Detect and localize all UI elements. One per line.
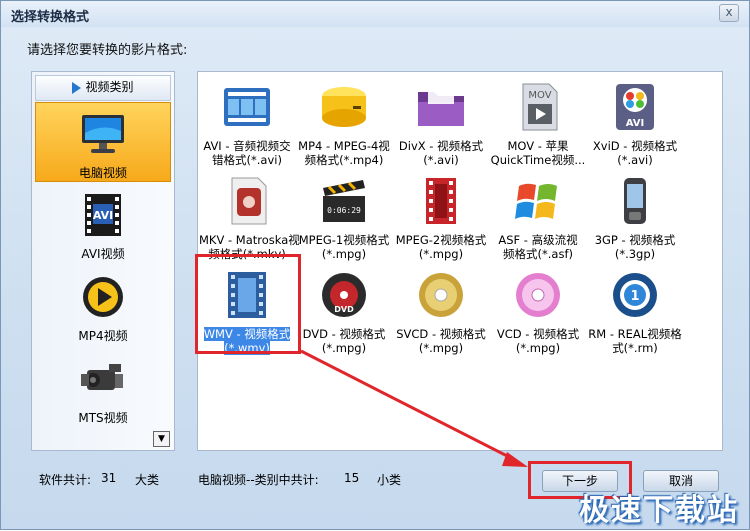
sidebar-item-label: 电脑视频 [78, 166, 127, 180]
dvd-disc-icon: DVD [322, 273, 366, 317]
title-bar[interactable]: 选择转换格式 x [1, 1, 749, 27]
sidebar-item-mts-video[interactable]: MTS视频 [35, 348, 171, 428]
mkv-file-icon [231, 177, 267, 225]
format-item-dvd[interactable]: DVD DVD - 视频格式 (*.mpg) [296, 264, 392, 356]
windows-logo-icon [515, 183, 557, 219]
realplayer-icon: 1 [613, 273, 657, 317]
sidebar-item-label: MTS视频 [78, 411, 128, 425]
mov-file-icon: MOV [522, 83, 558, 131]
format-item-xvid[interactable]: AVI XviD - 视频格式 (*.avi) [587, 76, 683, 168]
site-watermark: 极速下载站 [579, 493, 739, 528]
software-total-value: 31 [101, 471, 117, 485]
sidebar-item-avi-video[interactable]: AVI AVI视频 [35, 184, 171, 264]
scroll-down-button[interactable]: ▼ [153, 431, 170, 447]
category-sidebar: 视频类别 电脑视频 AVI AVI视频 MP4视频 MTS视频 ▼ [31, 71, 175, 451]
phone-icon [624, 178, 646, 224]
format-label: MOV - 苹果 QuickTime视频... [490, 139, 586, 167]
close-button[interactable]: x [719, 4, 739, 22]
avi-film-icon: AVI [85, 194, 121, 236]
svg-text:0:06:29: 0:06:29 [327, 206, 361, 215]
sidebar-item-mp4-video[interactable]: MP4视频 [35, 266, 171, 346]
format-item-mp4[interactable]: MP4 - MPEG-4视 频格式(*.mp4) [296, 76, 392, 168]
format-item-mpeg2[interactable]: MPEG-2视频格式 (*.mpg) [393, 170, 489, 262]
format-item-asf[interactable]: ASF - 高级流视 频格式(*.asf) [490, 170, 586, 262]
svg-text:AVI: AVI [93, 209, 113, 222]
dialog-title: 选择转换格式 [11, 10, 90, 25]
format-label: MPEG-1视频格式 (*.mpg) [298, 233, 390, 261]
purple-folder-icon [418, 88, 464, 126]
format-label: XviD - 视频格式 (*.avi) [592, 139, 678, 167]
pink-disc-icon [516, 273, 560, 317]
triangle-right-icon [72, 81, 82, 94]
format-item-rm[interactable]: 1 RM - REAL视频格 式(*.rm) [587, 264, 683, 356]
clapperboard-icon: 0:06:29 [323, 180, 365, 222]
format-label: DVD - 视频格式 (*.mpg) [302, 327, 386, 355]
format-item-mpeg1[interactable]: 0:06:29 MPEG-1视频格式 (*.mpg) [296, 170, 392, 262]
format-item-3gp[interactable]: 3GP - 视频格式 (*.3gp) [587, 170, 683, 262]
category-total-value: 15 [344, 471, 360, 485]
format-label: MPEG-2视频格式 (*.mpg) [395, 233, 487, 261]
format-item-svcd[interactable]: SVCD - 视频格式 (*.mpg) [393, 264, 489, 356]
sidebar-item-label: MP4视频 [78, 329, 128, 343]
format-label: DivX - 视频格式 (*.avi) [398, 139, 484, 167]
format-label: VCD - 视频格式 (*.mpg) [496, 327, 580, 355]
sidebar-item-pc-video[interactable]: 电脑视频 [35, 102, 171, 182]
mp4-play-icon [83, 277, 123, 317]
format-label: ASF - 高级流视 频格式(*.asf) [498, 233, 578, 261]
format-item-divx[interactable]: DivX - 视频格式 (*.avi) [393, 76, 489, 168]
gold-disc-icon [419, 273, 463, 317]
sidebar-item-label: AVI视频 [81, 247, 125, 261]
xvid-avi-icon: AVI [616, 84, 654, 130]
format-item-mkv[interactable]: MKV - Matroska视 频格式(*.mkv) [199, 170, 300, 262]
category-total-label: 电脑视频--类别中共计: [198, 473, 319, 487]
software-total-label: 软件共计: [39, 473, 92, 487]
category-total-unit: 小类 [377, 473, 402, 487]
red-film-icon [426, 178, 456, 224]
format-label: AVI - 音频视频交 错格式(*.avi) [203, 139, 291, 167]
sidebar-header-label: 视频类别 [85, 80, 134, 94]
film-strip-icon [224, 88, 270, 126]
software-total-unit: 大类 [135, 473, 160, 487]
format-label: SVCD - 视频格式 (*.mpg) [396, 327, 486, 355]
svg-text:MOV: MOV [528, 90, 551, 101]
monitor-icon [82, 115, 124, 153]
camcorder-icon [81, 364, 123, 390]
format-label: RM - REAL视频格 式(*.rm) [588, 327, 682, 355]
format-label: MP4 - MPEG-4视 频格式(*.mp4) [298, 139, 390, 167]
format-item-mov[interactable]: MOV MOV - 苹果 QuickTime视频... [490, 76, 586, 168]
sidebar-header[interactable]: 视频类别 [35, 75, 171, 101]
svg-text:DVD: DVD [334, 305, 354, 314]
format-label: 3GP - 视频格式 (*.3gp) [594, 233, 676, 261]
svg-text:1: 1 [630, 289, 639, 304]
format-item-avi[interactable]: AVI - 音频视频交 错格式(*.avi) [199, 76, 295, 168]
wmv-highlight-box [195, 254, 301, 354]
prompt-text: 请选择您要转换的影片格式: [27, 43, 188, 58]
yellow-drive-icon [322, 87, 366, 127]
convert-format-dialog: 选择转换格式 x 请选择您要转换的影片格式: 视频类别 电脑视频 AVI AVI… [0, 0, 750, 530]
format-item-vcd[interactable]: VCD - 视频格式 (*.mpg) [490, 264, 586, 356]
svg-text:AVI: AVI [626, 118, 645, 129]
